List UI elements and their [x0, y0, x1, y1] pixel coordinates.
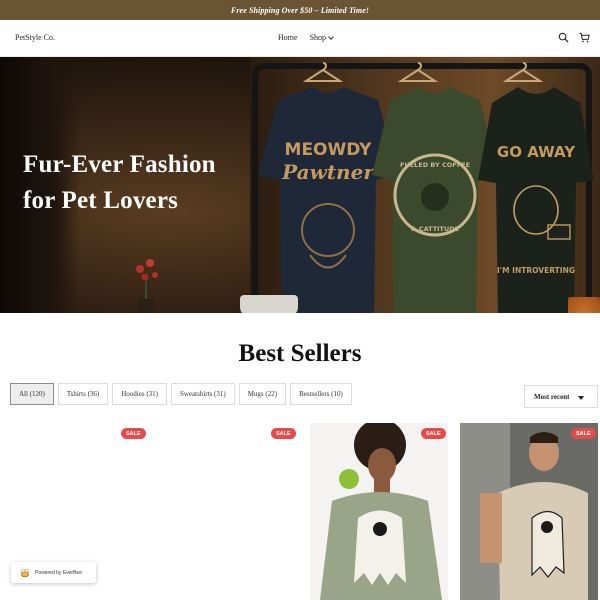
shirt-text: & CATTITUDE	[411, 225, 459, 233]
announcement-text: Free Shipping Over $50 – Limited Time!	[230, 5, 370, 15]
filter-tshirts[interactable]: Tshirts (36)	[57, 383, 109, 405]
sale-badge: SALE	[121, 428, 146, 439]
sale-badge: SALE	[571, 428, 596, 439]
sort-selected-value: Most recent	[534, 392, 570, 401]
cat-image	[568, 297, 600, 313]
nav-shop-label: Shop	[309, 33, 327, 42]
chevron-down-icon	[328, 33, 334, 40]
hanger-icon	[303, 62, 343, 82]
category-filters: All (120) Tshirts (36) Hoodies (31) Swea…	[10, 383, 352, 405]
plant-image	[136, 259, 158, 313]
shirt-text: GO AWAY	[497, 143, 576, 161]
bee-icon	[20, 568, 30, 577]
nav-home-label: Home	[278, 33, 298, 42]
hero-title-line: Fur-Ever Fashion	[23, 151, 216, 178]
sort-select[interactable]: Most recent	[524, 385, 598, 408]
nav-shop[interactable]: Shop	[309, 33, 334, 42]
product-image	[460, 423, 598, 600]
hoodie-go-away-image: GO AWAY I'M INTROVERTING	[478, 87, 594, 313]
nav-home[interactable]: Home	[278, 33, 298, 42]
main-nav: Home Shop	[278, 33, 334, 42]
filter-hoodies[interactable]: Hoodies (31)	[112, 383, 167, 405]
hero-title-line: for Pet Lovers	[23, 187, 179, 214]
hanger-icon	[503, 62, 543, 82]
sale-badge: SALE	[421, 428, 446, 439]
powered-by-badge[interactable]: Powered by EverBee	[11, 562, 96, 583]
hanger-icon	[398, 62, 438, 82]
shirt-text: I'M INTROVERTING	[497, 266, 575, 275]
product-card[interactable]: SALE	[160, 423, 298, 600]
product-card[interactable]: SALE	[310, 423, 448, 600]
hero-banner[interactable]: MEOWDY Pawtner FUELED BY COFFEE & CATTIT…	[0, 57, 600, 313]
header-icons	[558, 32, 590, 43]
mug-image	[240, 295, 298, 313]
announcement-bar: Free Shipping Over $50 – Limited Time!	[0, 0, 600, 20]
product-image	[310, 423, 448, 600]
hero-title: Fur-Ever Fashion for Pet Lovers	[23, 147, 216, 219]
site-header: PetStyle Co. Home Shop	[0, 20, 600, 57]
shirt-text: Pawtner	[281, 160, 375, 184]
cart-icon[interactable]	[579, 32, 590, 43]
filter-all[interactable]: All (120)	[10, 383, 54, 405]
powered-by-text: Powered by EverBee	[35, 569, 82, 576]
filter-mugs[interactable]: Mugs (22)	[238, 383, 287, 405]
search-icon[interactable]	[558, 32, 569, 43]
section-title: Best Sellers	[238, 340, 362, 367]
dropdown-arrow-icon	[578, 396, 584, 400]
store-logo[interactable]: PetStyle Co.	[15, 33, 55, 42]
shirt-text: FUELED BY COFFEE	[400, 161, 470, 169]
filter-sweatshirts[interactable]: Sweatshirts (31)	[170, 383, 235, 405]
shirt-text: MEOWDY	[285, 140, 373, 160]
filter-bestsellers[interactable]: Bestsellers (10)	[290, 383, 352, 405]
product-card[interactable]: SALE	[460, 423, 598, 600]
sale-badge: SALE	[271, 428, 296, 439]
